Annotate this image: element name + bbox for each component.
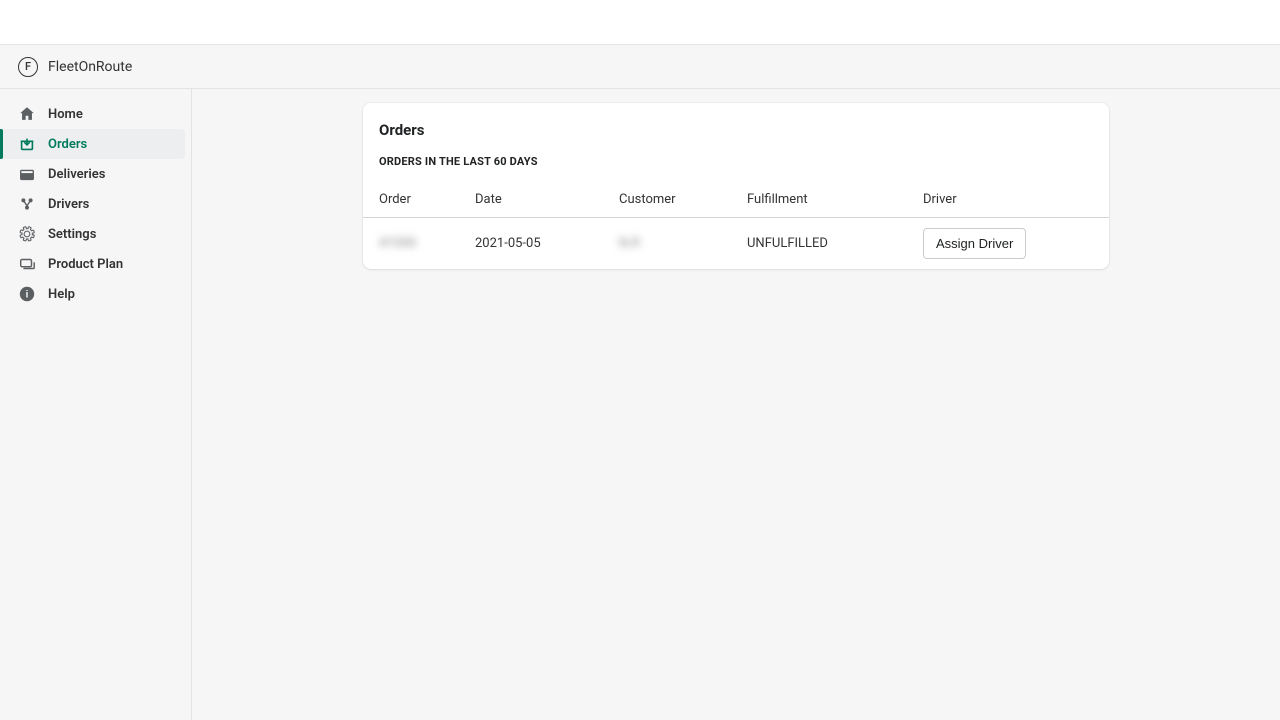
col-header-driver: Driver bbox=[907, 182, 1109, 218]
col-header-date: Date bbox=[459, 182, 603, 218]
orders-card: Orders ORDERS IN THE LAST 60 DAYS Order … bbox=[363, 103, 1109, 269]
page-title: Orders bbox=[379, 121, 1093, 139]
sidebar-item-label: Settings bbox=[48, 227, 96, 242]
plan-icon bbox=[18, 255, 36, 273]
main-content: Orders ORDERS IN THE LAST 60 DAYS Order … bbox=[192, 89, 1280, 720]
deliveries-icon bbox=[18, 165, 36, 183]
sidebar-item-deliveries[interactable]: Deliveries bbox=[0, 159, 185, 189]
drivers-icon bbox=[18, 195, 36, 213]
table-row: #1090 2021-05-05 N.R UNFULFILLED Assign … bbox=[363, 218, 1109, 270]
orders-table: Order Date Customer Fulfillment Driver #… bbox=[363, 182, 1109, 269]
sidebar-item-home[interactable]: Home bbox=[0, 99, 185, 129]
page-subtitle: ORDERS IN THE LAST 60 DAYS bbox=[363, 145, 1109, 182]
svg-text:i: i bbox=[26, 290, 29, 301]
sidebar-item-help[interactable]: i Help bbox=[0, 279, 185, 309]
brand-logo-icon: F bbox=[18, 57, 38, 77]
col-header-fulfillment: Fulfillment bbox=[731, 182, 907, 218]
cell-order: #1090 bbox=[379, 236, 416, 251]
sidebar-item-label: Product Plan bbox=[48, 257, 123, 272]
sidebar: Home Orders Deliveries Drivers Settings bbox=[0, 89, 192, 720]
sidebar-item-product-plan[interactable]: Product Plan bbox=[0, 249, 185, 279]
top-browser-bar bbox=[0, 0, 1280, 45]
sidebar-item-label: Orders bbox=[48, 137, 87, 152]
home-icon bbox=[18, 105, 36, 123]
sidebar-item-drivers[interactable]: Drivers bbox=[0, 189, 185, 219]
assign-driver-button[interactable]: Assign Driver bbox=[923, 228, 1026, 259]
help-icon: i bbox=[18, 285, 36, 303]
app-header: F FleetOnRoute bbox=[0, 45, 1280, 89]
cell-fulfillment: UNFULFILLED bbox=[731, 218, 907, 270]
brand: F FleetOnRoute bbox=[18, 57, 132, 77]
brand-name: FleetOnRoute bbox=[48, 59, 132, 75]
cell-customer: N.R bbox=[619, 236, 640, 251]
sidebar-item-label: Home bbox=[48, 107, 83, 122]
sidebar-item-label: Deliveries bbox=[48, 167, 105, 182]
settings-icon bbox=[18, 225, 36, 243]
sidebar-item-label: Drivers bbox=[48, 197, 89, 212]
sidebar-item-label: Help bbox=[48, 287, 75, 302]
col-header-customer: Customer bbox=[603, 182, 731, 218]
sidebar-item-orders[interactable]: Orders bbox=[0, 129, 185, 159]
sidebar-item-settings[interactable]: Settings bbox=[0, 219, 185, 249]
orders-icon bbox=[18, 135, 36, 153]
col-header-order: Order bbox=[363, 182, 459, 218]
cell-date: 2021-05-05 bbox=[459, 218, 603, 270]
